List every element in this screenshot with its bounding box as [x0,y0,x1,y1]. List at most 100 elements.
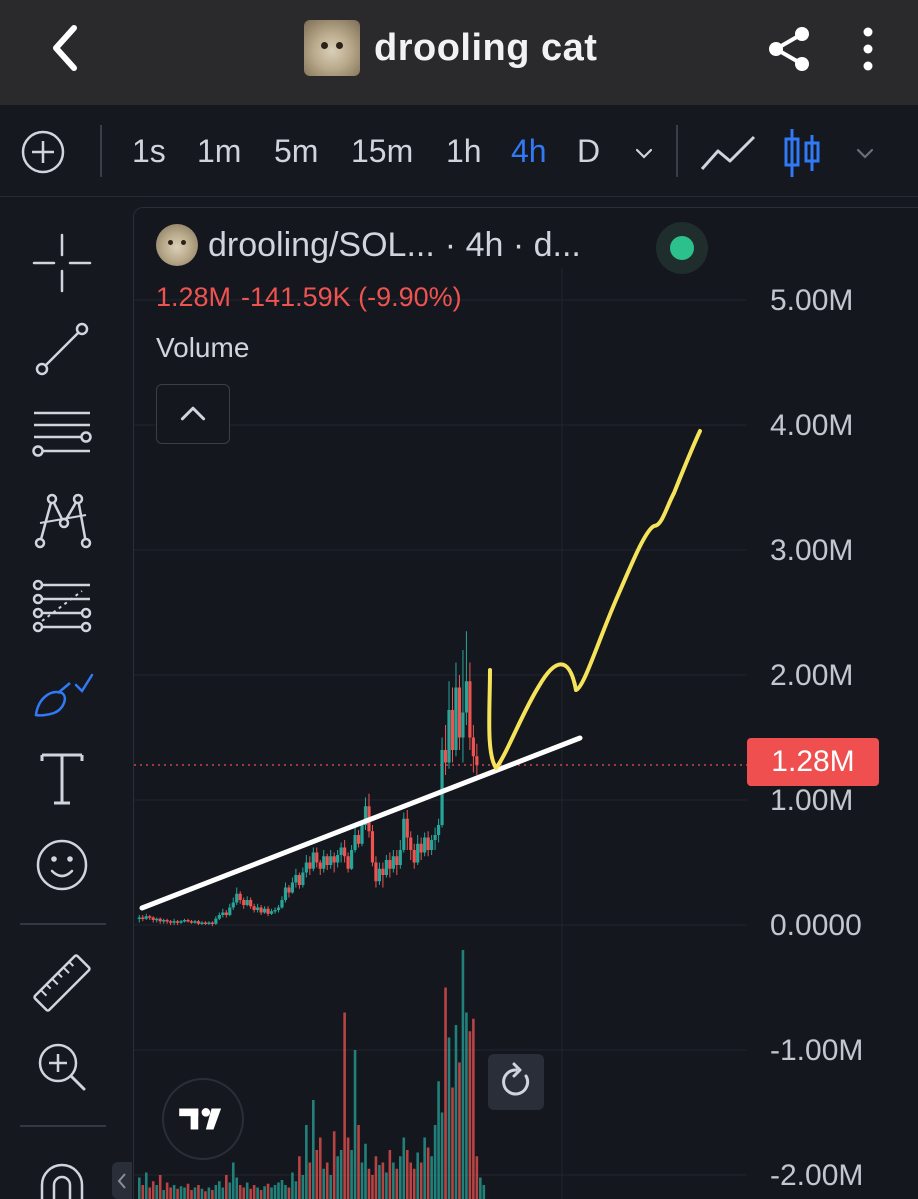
candle-body [454,687,458,750]
collapse-sidebar-icon[interactable] [112,1162,132,1199]
chevron-down-icon[interactable] [853,141,877,165]
horizontal-lines-icon[interactable] [28,401,96,469]
timeframe-1h[interactable]: 1h [446,133,482,170]
candle-body [388,860,392,869]
token-title: drooling cat [304,20,597,76]
volume-bar [138,1177,141,1199]
candle-body [436,825,441,835]
brush-icon[interactable] [28,659,96,727]
volume-bar [225,1175,228,1199]
volume-bar [211,1190,214,1199]
candle-body [189,921,194,923]
volume-bar [468,1031,472,1199]
volume-bar [256,1187,259,1199]
candle-body [402,818,406,850]
candle-body [158,918,162,922]
volume-bar [193,1187,197,1199]
market-status-indicator [656,222,708,274]
line-chart-icon[interactable] [700,131,758,175]
candle-body [214,918,218,924]
timeframe-5m[interactable]: 5m [274,133,318,170]
volume-bar [148,1187,152,1199]
volume-bar [388,1150,392,1199]
add-indicator-icon[interactable] [20,129,66,175]
volume-bar [228,1182,232,1199]
candle-body [179,921,183,923]
candle-body [280,900,284,908]
volume-bar [214,1185,218,1199]
reset-chart-icon[interactable] [488,1054,544,1110]
back-icon[interactable] [36,18,96,78]
pattern-icon[interactable] [28,487,96,555]
volume-bar [172,1185,176,1199]
candle-body [283,887,288,900]
candle-body [252,906,256,910]
volume-bar [405,1150,409,1199]
volume-bar [395,1168,399,1199]
price-axis-label: 1.00M [770,784,854,817]
symbol-name[interactable]: drooling/SOL... [208,226,435,265]
volume-bar [155,1185,158,1199]
timeframe-1s[interactable]: 1s [132,133,166,170]
candle-body [419,843,423,853]
candle-body [186,920,190,922]
chevron-down-icon[interactable] [632,141,656,165]
volume-bar [461,950,465,1199]
timeframe-4h[interactable]: 4h [511,133,547,170]
crosshair-icon[interactable] [28,229,96,297]
volume-bar [218,1181,221,1199]
volume-bar [346,1137,350,1199]
candle-body [269,911,274,914]
timeframe-d[interactable]: D [577,133,600,170]
timeframe-15m[interactable]: 15m [351,133,413,170]
volume-bar [392,1162,395,1199]
zoom-in-icon[interactable] [28,1033,96,1101]
candle-body [287,887,291,893]
tradingview-logo[interactable] [162,1078,244,1160]
symbol-legend: drooling/SOL... · 4h · d... [156,222,708,274]
volume-bar [412,1168,416,1199]
volume-bar [204,1191,207,1199]
volume-bar [312,1100,315,1199]
candle-body [217,915,221,919]
candle-body [336,855,340,863]
volume-bar [451,1087,454,1199]
candle-body [148,916,152,918]
volume-bar [291,1172,294,1199]
candle-body [256,907,260,910]
more-icon[interactable] [850,22,886,76]
share-icon[interactable] [762,22,816,76]
price-axis-label: 5.00M [770,284,854,317]
volume-bar [458,1062,461,1199]
magnet-icon[interactable] [28,1151,96,1199]
emoji-icon[interactable] [28,831,96,899]
volume-indicator-title[interactable]: Volume [156,332,249,364]
text-icon[interactable] [28,745,96,813]
page-title: drooling cat [374,26,598,69]
candle-body [196,921,201,924]
trend-line-icon[interactable] [28,315,96,383]
candle-body [207,922,211,924]
volume-bar [158,1175,162,1199]
volume-bar [433,1125,437,1199]
candle-body [162,920,166,922]
timeframe-1m[interactable]: 1m [197,133,241,170]
volume-bar [357,1125,360,1199]
volume-bar [298,1156,301,1199]
volume-bar [329,1175,332,1199]
fib-icon[interactable] [28,573,96,641]
candle-body [245,900,249,905]
candle-body [332,856,336,863]
candle-body [433,835,437,840]
price-axis-label: 4.00M [770,409,854,442]
collapse-legend-button[interactable] [156,384,230,444]
candlestick-icon[interactable] [782,127,822,179]
volume-bar [367,1168,371,1199]
candle-body [409,837,413,850]
ruler-icon[interactable] [28,949,96,1017]
candle-body [231,902,235,908]
candle-body [210,922,214,924]
candle-body [325,856,329,865]
candle-body [447,710,451,763]
chart-panel[interactable]: drooling/SOL... · 4h · d... 1.28M -141.59… [133,207,918,1199]
